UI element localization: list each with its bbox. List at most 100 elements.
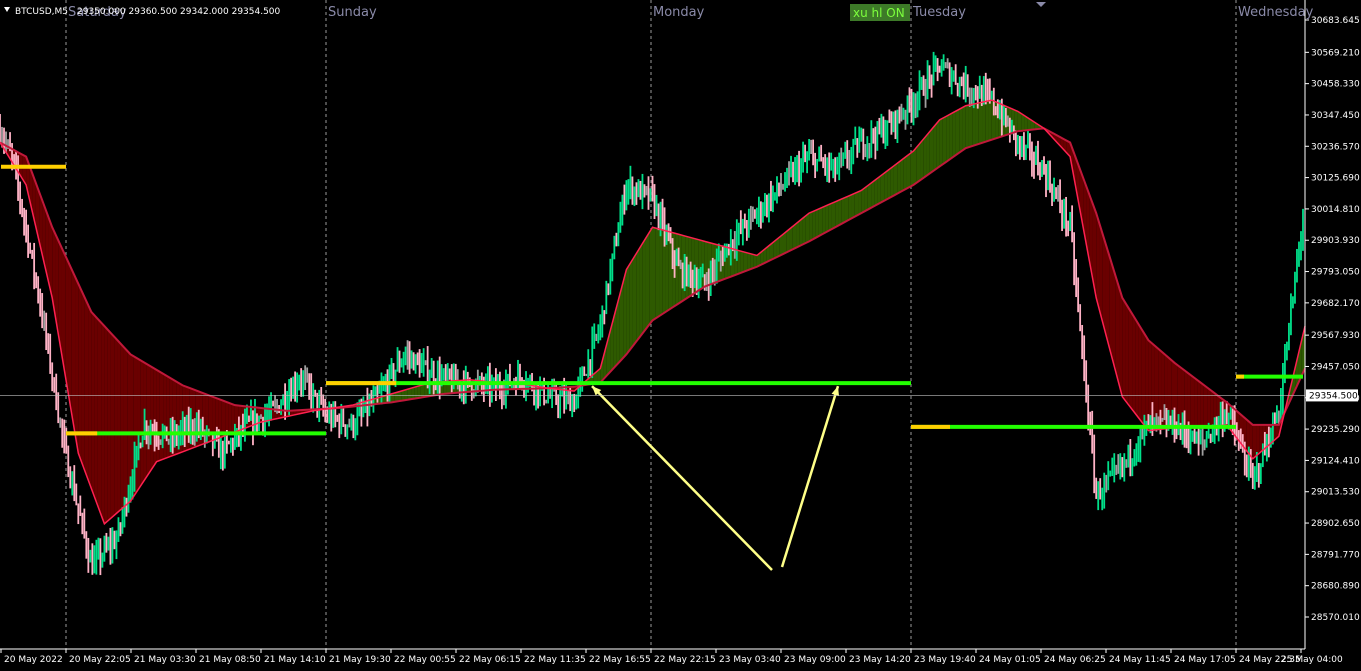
ma-cloud-segment (81, 290, 85, 471)
ma-cloud-segment (110, 333, 115, 519)
time-tick-label: 22 May 22:15 (654, 655, 716, 665)
time-tick-label: 22 May 11:35 (524, 655, 586, 665)
ma-cloud-segment (91, 311, 95, 498)
ma-cloud-segment (632, 253, 637, 346)
ma-cloud-segment (962, 105, 966, 151)
ma-cloud-segment (903, 155, 907, 191)
ma-cloud-segment (1115, 276, 1120, 385)
ma-cloud-segment (137, 358, 141, 492)
price-tick-label: 28570.010 (1311, 613, 1360, 623)
ma-cloud-segment (952, 111, 956, 158)
ma-cloud-segment (1203, 385, 1208, 428)
time-tick-label: 24 May 17:05 (1174, 655, 1236, 665)
ma-cloud-segment (789, 226, 793, 251)
ma-cloud-segment (639, 243, 643, 338)
ma-cloud-segment (166, 375, 170, 458)
ma-cloud-segment (982, 101, 986, 143)
ma-cloud-segment (825, 204, 829, 233)
time-tick-label: 22 May 00:55 (394, 655, 456, 665)
time-tick-label: 25 May 04:00 (1281, 655, 1343, 665)
ma-cloud-segment (880, 173, 885, 203)
ma-cloud-segment (841, 197, 845, 224)
price-tick-label: 29457.050 (1311, 362, 1360, 372)
ma-cloud-segment (1109, 255, 1113, 360)
ma-cloud-segment (737, 250, 741, 275)
ma-cloud-segment (626, 264, 630, 355)
ma-cloud-segment (835, 200, 839, 228)
ma-cloud-segment (1102, 234, 1106, 335)
ma-cloud-segment (1138, 324, 1142, 423)
day-label: Sunday (328, 5, 377, 20)
ma-cloud-segment (655, 228, 660, 319)
current-price-label: 29354.500 (1309, 391, 1358, 401)
time-tick-label: 24 May 06:25 (1044, 655, 1106, 665)
ma-cloud-segment (844, 196, 849, 222)
ma-cloud-segment (163, 373, 167, 460)
ma-cloud-segment (939, 118, 943, 167)
time-tick-label: 21 May 03:30 (134, 655, 196, 665)
ma-cloud-segment (926, 131, 930, 176)
ma-cloud-segment (88, 304, 92, 489)
price-tick-label: 30236.570 (1311, 142, 1360, 152)
ma-cloud-segment (101, 322, 105, 524)
ma-cloud-segment (1017, 111, 1022, 132)
ma-cloud-segment (94, 315, 98, 507)
time-tick-label: 24 May 01:05 (979, 655, 1041, 665)
ma-cloud-segment (877, 175, 881, 205)
ma-cloud-segment (893, 163, 898, 196)
time-tick-label: 21 May 14:10 (264, 655, 326, 665)
price-tick-label: 30683.645 (1311, 16, 1360, 26)
ma-cloud-segment (1122, 297, 1126, 401)
ma-cloud-segment (975, 102, 979, 145)
ma-cloud-segment (1252, 424, 1257, 459)
ohlc-values: 29350.000 29360.500 29342.000 29354.500 (77, 7, 281, 17)
price-tick-label: 30458.330 (1311, 80, 1360, 90)
price-tick-label: 30347.450 (1311, 111, 1360, 121)
ma-cloud-segment (107, 329, 111, 521)
price-chart[interactable]: Saturday Sunday Monday Tuesday Wednesday 306… (0, 0, 1361, 671)
ma-cloud-segment (799, 218, 803, 247)
ma-cloud-segment (848, 194, 852, 221)
ma-cloud-segment (815, 208, 819, 238)
price-tick-label: 29567.930 (1311, 331, 1360, 341)
ma-cloud-segment (1141, 329, 1146, 427)
ma-cloud-segment (812, 210, 816, 240)
ma-cloud-segment (1200, 382, 1204, 428)
ma-cloud-segment (117, 340, 121, 513)
ma-cloud-segment (854, 191, 859, 217)
ma-cloud-segment (851, 193, 855, 219)
time-tick-label: 20 May 22:05 (69, 655, 131, 665)
ma-cloud-segment (150, 365, 154, 472)
ma-cloud-segment (861, 188, 865, 214)
ma-cloud-segment (936, 119, 940, 169)
ma-cloud-segment (913, 147, 917, 185)
ma-cloud-segment (900, 158, 904, 192)
ma-cloud-segment (1112, 266, 1116, 372)
ma-cloud-segment (743, 251, 748, 272)
time-tick-label: 23 May 09:00 (784, 655, 846, 665)
ma-cloud-segment (1190, 375, 1195, 428)
ma-cloud-segment (747, 252, 751, 271)
status-badge[interactable]: xu hl ON (850, 4, 910, 21)
ma-cloud-segment (675, 233, 679, 306)
price-tick-label: 29235.290 (1311, 425, 1360, 435)
ma-cloud-segment (874, 178, 878, 207)
ma-cloud-segment (884, 170, 888, 201)
ma-cloud-segment (228, 402, 232, 435)
ma-cloud-segment (959, 107, 963, 153)
ma-cloud-segment (955, 109, 960, 156)
ma-cloud-segment (929, 127, 934, 174)
time-tick-label: 21 May 08:50 (199, 655, 261, 665)
ma-cloud-segment (1135, 319, 1139, 418)
ma-cloud-segment (890, 165, 894, 198)
price-tick-label: 28680.890 (1311, 582, 1360, 592)
ma-cloud-segment (887, 168, 891, 199)
ma-cloud-segment (84, 297, 89, 480)
ma-cloud-segment (828, 203, 832, 231)
ma-cloud-segment (740, 251, 744, 273)
price-tick-label: 30569.210 (1311, 48, 1360, 58)
price-tick-label: 30125.690 (1311, 174, 1360, 184)
ma-cloud-segment (649, 227, 653, 325)
ma-cloud-segment (858, 190, 862, 215)
chart-background (0, 0, 1361, 671)
